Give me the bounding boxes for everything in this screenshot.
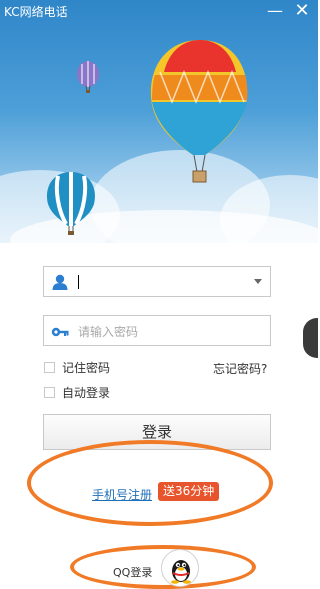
dropdown-icon[interactable] bbox=[254, 279, 262, 284]
key-icon bbox=[51, 324, 69, 343]
small-balloon bbox=[77, 61, 99, 93]
forgot-password-link[interactable]: 忘记密码? bbox=[213, 360, 267, 377]
promo-badge: 送36分钟 bbox=[158, 482, 220, 501]
side-panel-handle[interactable] bbox=[303, 318, 318, 358]
large-balloon bbox=[150, 40, 248, 183]
window-title: KC网络电话 bbox=[4, 5, 68, 19]
qq-login-button[interactable] bbox=[161, 549, 199, 587]
password-placeholder: 请输入密码 bbox=[78, 325, 139, 339]
password-field[interactable]: 请输入密码 bbox=[43, 315, 271, 346]
remember-password-label[interactable]: 记住密码 bbox=[62, 359, 110, 376]
minimize-button[interactable]: — bbox=[262, 0, 288, 22]
hero-banner: KC网络电话 — ✕ bbox=[0, 0, 318, 243]
user-icon bbox=[51, 273, 69, 295]
striped-balloon bbox=[46, 172, 96, 235]
close-button[interactable]: ✕ bbox=[289, 0, 315, 22]
remember-password-checkbox[interactable] bbox=[44, 362, 55, 373]
phone-register-link[interactable]: 手机号注册 bbox=[92, 486, 152, 503]
qq-login-link[interactable]: QQ登录 bbox=[113, 564, 152, 580]
username-value bbox=[78, 275, 79, 289]
username-field[interactable] bbox=[43, 266, 271, 297]
auto-login-checkbox[interactable] bbox=[44, 387, 55, 398]
balloon-illustration bbox=[46, 40, 248, 235]
auto-login-label[interactable]: 自动登录 bbox=[62, 384, 110, 401]
title-bar: KC网络电话 — ✕ bbox=[0, 0, 318, 24]
highlight-oval bbox=[27, 440, 273, 526]
